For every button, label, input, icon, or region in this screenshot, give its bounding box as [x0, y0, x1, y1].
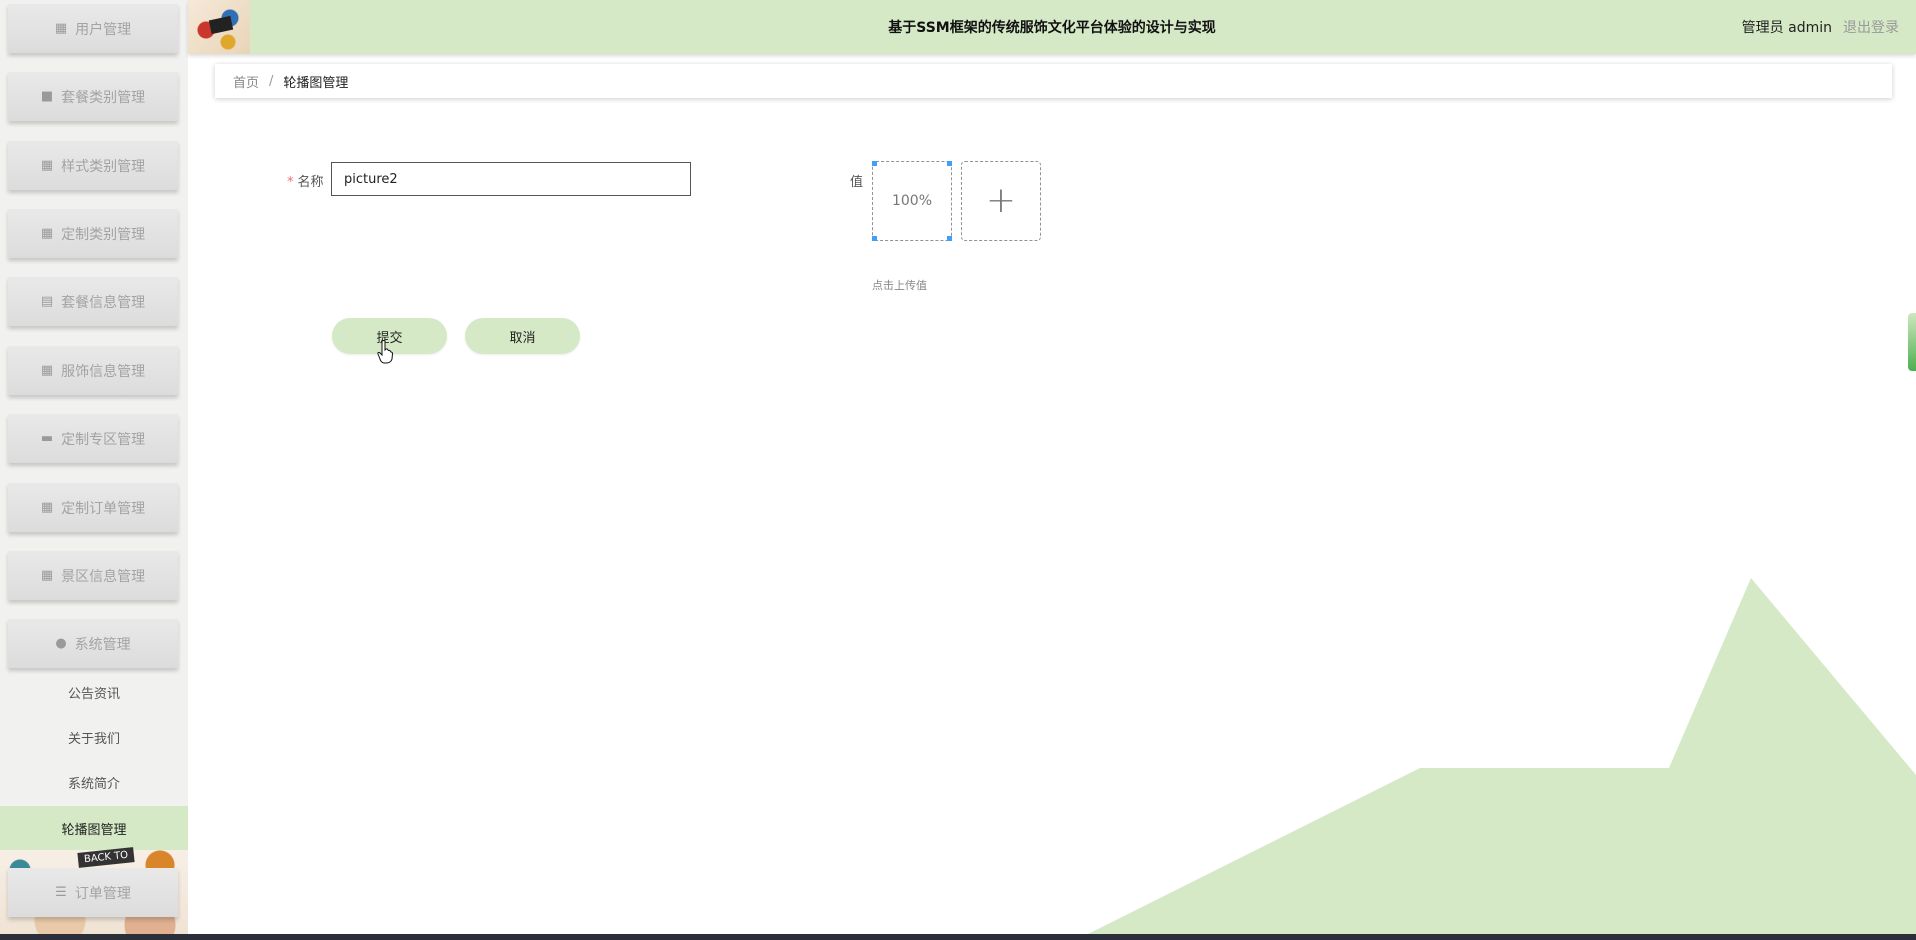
menu-item-style-category[interactable]: ▦ 样式类别管理 — [8, 141, 178, 190]
bottom-strip — [0, 934, 1916, 940]
grid-icon: ▦ — [40, 226, 54, 241]
menu-item-custom-category[interactable]: ▦ 定制类别管理 — [8, 209, 178, 258]
art-tag: BACK TO — [77, 847, 135, 868]
breadcrumb-current: 轮播图管理 — [283, 75, 349, 91]
name-input[interactable] — [331, 162, 691, 196]
submenu-item-system-intro[interactable]: 系统简介 — [0, 762, 188, 802]
menu-item-package-category[interactable]: ■ 套餐类别管理 — [8, 72, 178, 121]
name-label-text: 名称 — [297, 175, 324, 190]
menu-item-label: 套餐类别管理 — [61, 89, 146, 106]
menu-item-package-info[interactable]: ▤ 套餐信息管理 — [8, 277, 178, 326]
menu-item-order-management[interactable]: ☰ 订单管理 — [8, 868, 178, 917]
grid-icon: ▦ — [40, 158, 54, 173]
menu-item-label: 定制订单管理 — [61, 500, 146, 517]
required-mark: * — [287, 175, 294, 190]
menu-item-custom-orders[interactable]: ▦ 定制订单管理 — [8, 483, 178, 532]
submenu-item-label: 关于我们 — [67, 731, 120, 747]
breadcrumb: 首页 / 轮播图管理 — [215, 64, 1892, 98]
preview-percentage: 100% — [891, 193, 933, 209]
menu-item-label: 定制专区管理 — [61, 431, 146, 448]
sidebar: ▦ 用户管理 ■ 套餐类别管理 ▦ 样式类别管理 ▦ 定制类别管理 ▤ 套餐信息… — [0, 0, 188, 934]
hand-cursor-icon — [377, 340, 393, 364]
menu-item-label: 用户管理 — [75, 21, 132, 38]
plus-icon: + — [985, 180, 1017, 221]
menu-item-system-management[interactable]: ● 系统管理 — [8, 619, 178, 668]
menu-item-scenic-info[interactable]: ▦ 景区信息管理 — [8, 551, 178, 600]
upload-hint: 点击上传值 — [872, 279, 927, 292]
submenu-item-label: 公告资讯 — [67, 686, 120, 702]
bulb-icon: ● — [55, 636, 67, 651]
upload-add-button[interactable]: + — [961, 161, 1041, 241]
background-mountains — [1088, 578, 1916, 934]
grid-icon: ▦ — [54, 21, 68, 36]
uploaded-image-preview[interactable]: 100% — [872, 161, 952, 241]
submenu-item-label: 轮播图管理 — [61, 822, 127, 838]
app-title: 基于SSM框架的传统服饰文化平台体验的设计与实现 — [888, 20, 1216, 36]
value-field-label: 值 — [850, 175, 864, 190]
briefcase-icon: ■ — [40, 89, 54, 104]
menu-item-label: 服饰信息管理 — [61, 363, 146, 380]
grid-icon: ▦ — [40, 568, 54, 583]
top-header: 基于SSM框架的传统服饰文化平台体验的设计与实现 管理员 admin 退出登录 — [188, 0, 1916, 54]
grid-icon: ▦ — [40, 500, 54, 515]
menu-item-user-management[interactable]: ▦ 用户管理 — [8, 4, 178, 53]
menu-item-label: 系统管理 — [74, 636, 131, 653]
breadcrumb-home-link[interactable]: 首页 — [233, 72, 259, 91]
clipboard-icon: ▤ — [40, 294, 54, 309]
menu-item-label: 定制类别管理 — [61, 226, 146, 243]
monitor-icon: ▬ — [40, 431, 54, 446]
menu-item-label: 套餐信息管理 — [61, 294, 146, 311]
logout-link[interactable]: 退出登录 — [1843, 17, 1899, 37]
name-field-label: * 名称 — [287, 171, 324, 190]
submenu-item-label: 系统简介 — [67, 776, 120, 792]
menu-item-label: 订单管理 — [74, 885, 131, 902]
scrollbar-thumb[interactable] — [1908, 313, 1916, 371]
submenu-item-carousel-management[interactable]: 轮播图管理 — [0, 806, 188, 850]
breadcrumb-separator: / — [269, 73, 274, 89]
grid-icon: ▦ — [40, 363, 54, 378]
admin-label: 管理员 admin — [1741, 20, 1832, 36]
menu-item-label: 景区信息管理 — [61, 568, 146, 585]
list-icon: ☰ — [55, 885, 67, 900]
menu-item-custom-zone[interactable]: ▬ 定制专区管理 — [8, 414, 178, 463]
cancel-button[interactable]: 取消 — [465, 318, 580, 354]
menu-item-label: 样式类别管理 — [61, 158, 146, 175]
menu-item-clothing-info[interactable]: ▦ 服饰信息管理 — [8, 346, 178, 395]
submenu-item-about-us[interactable]: 关于我们 — [0, 717, 188, 757]
submenu-item-announcements[interactable]: 公告资讯 — [0, 672, 188, 712]
